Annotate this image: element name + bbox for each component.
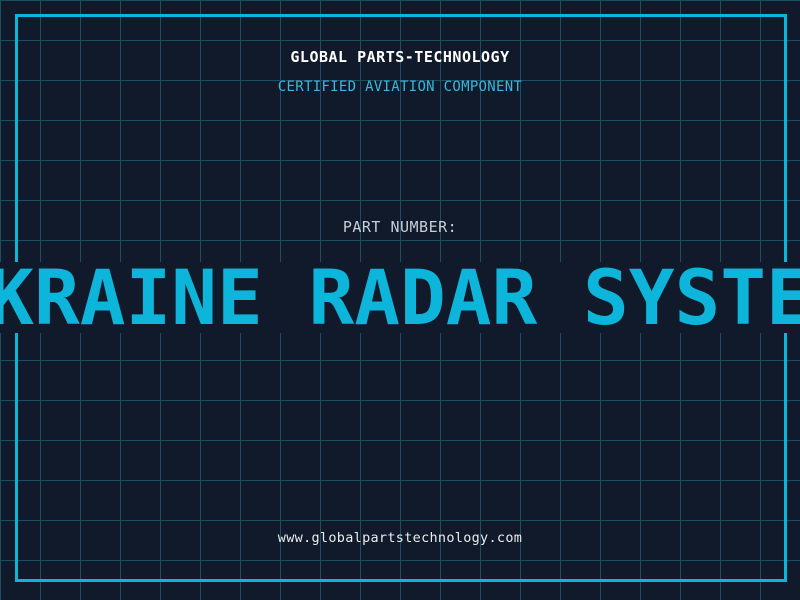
company-title: GLOBAL PARTS-TECHNOLOGY bbox=[290, 48, 510, 66]
blueprint-page: { "header": { "company": "GLOBAL PARTS-T… bbox=[0, 0, 800, 600]
certification-subtitle: CERTIFIED AVIATION COMPONENT bbox=[277, 79, 523, 95]
part-number-value: UKRAINE RADAR SYSTEM bbox=[0, 262, 800, 333]
part-number-label: PART NUMBER: bbox=[342, 218, 458, 236]
website-url: www.globalpartstechnology.com bbox=[277, 530, 523, 546]
part-number-band: UKRAINE RADAR SYSTEM bbox=[0, 262, 800, 333]
